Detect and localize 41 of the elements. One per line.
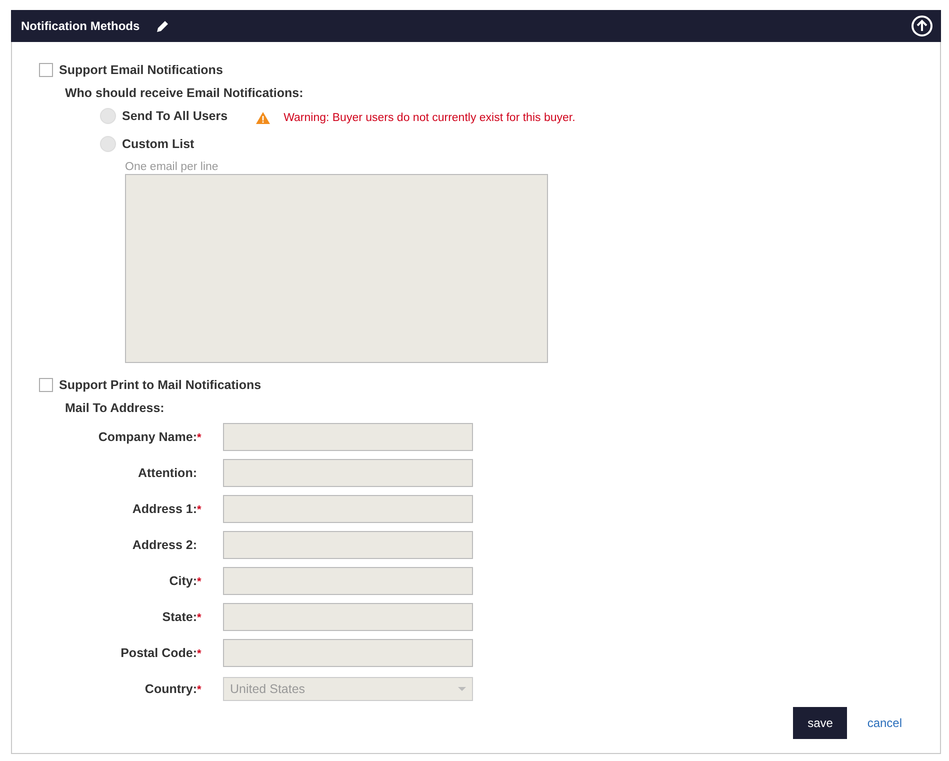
text-field[interactable] bbox=[223, 423, 473, 451]
field-label: Company Name: bbox=[98, 430, 197, 444]
checkbox[interactable] bbox=[39, 63, 53, 77]
required-marker: * bbox=[197, 576, 202, 588]
panel-title: Notification Methods bbox=[21, 19, 140, 33]
radio-label: Custom List bbox=[122, 137, 194, 151]
caret-icon bbox=[458, 687, 466, 691]
checkbox-label: Support Print to Mail Notifications bbox=[59, 378, 262, 392]
text-field[interactable] bbox=[223, 531, 473, 559]
field-label: Address 2: bbox=[132, 538, 197, 552]
save-button[interactable]: save bbox=[793, 707, 848, 739]
section-label: Mail To Address: bbox=[65, 401, 166, 415]
checkbox[interactable] bbox=[39, 378, 53, 392]
text-field[interactable] bbox=[223, 459, 473, 487]
field-label: State: bbox=[162, 610, 197, 624]
required-marker: * bbox=[197, 504, 202, 516]
text-field[interactable] bbox=[223, 603, 473, 631]
field-label: Postal Code: bbox=[120, 646, 197, 660]
required-marker: * bbox=[197, 432, 202, 444]
text-field[interactable] bbox=[223, 495, 473, 523]
field-label: Country: bbox=[144, 682, 197, 696]
collapse-up-icon[interactable] bbox=[911, 15, 933, 37]
checkbox-label: Support Email Notifications bbox=[59, 63, 223, 77]
text-field[interactable] bbox=[223, 639, 473, 667]
pencil-icon[interactable] bbox=[156, 19, 170, 33]
required-marker: * bbox=[197, 648, 202, 660]
field-hint: One email per line bbox=[125, 161, 220, 173]
radio-button[interactable] bbox=[100, 136, 116, 152]
required-marker: * bbox=[197, 684, 202, 696]
text-field[interactable] bbox=[223, 567, 473, 595]
field-label: Attention: bbox=[138, 466, 197, 480]
warning-icon bbox=[256, 112, 270, 124]
cancel-link[interactable]: cancel bbox=[867, 716, 902, 730]
radio-button[interactable] bbox=[100, 108, 116, 124]
email-list-field[interactable] bbox=[125, 174, 548, 363]
field-label: City: bbox=[169, 574, 197, 588]
question-label: Who should receive Email Notifications: bbox=[65, 86, 304, 102]
field-label: Address 1: bbox=[132, 502, 197, 516]
required-marker: * bbox=[197, 612, 202, 624]
warning-message: Warning: Buyer users do not currently exist for this buyer. bbox=[284, 112, 576, 124]
radio-label: Send To All Users bbox=[122, 109, 228, 123]
